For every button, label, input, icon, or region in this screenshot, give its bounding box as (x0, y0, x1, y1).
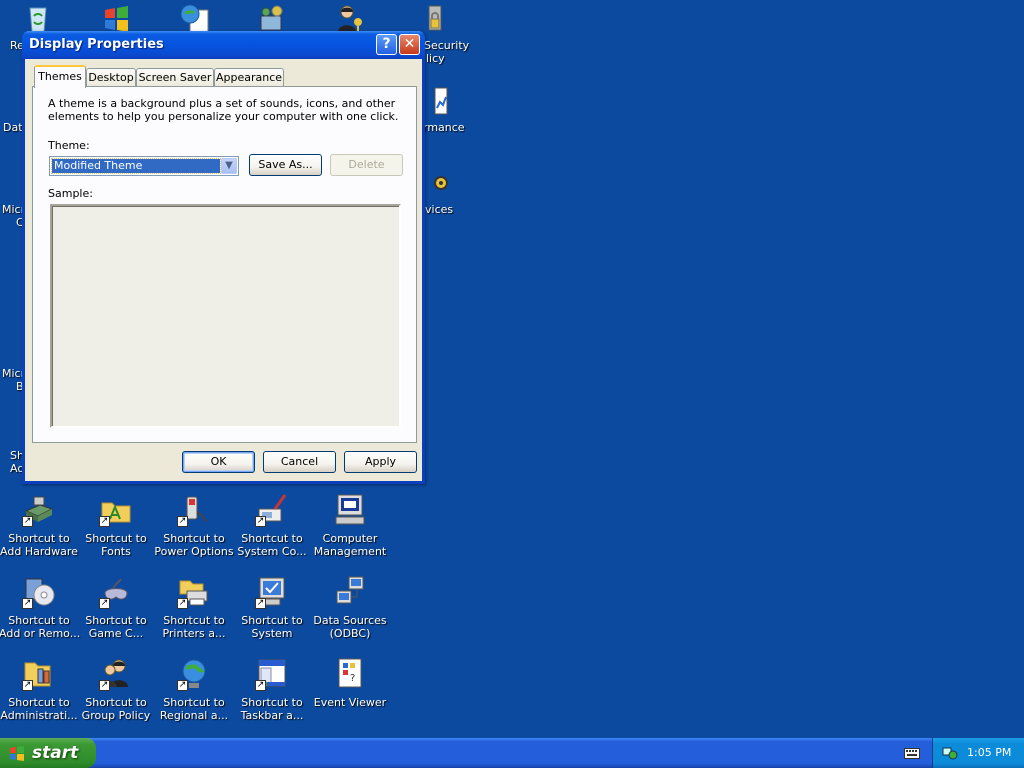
icon-label: Shortcut to System (241, 614, 303, 640)
services-label-partial: vices (425, 203, 454, 216)
icon-label: Event Viewer (313, 696, 387, 709)
start-label: start (32, 743, 79, 763)
icon-label: Shortcut to Add or Remo... (0, 614, 81, 640)
tab-screen-saver[interactable]: Screen Saver (136, 68, 214, 87)
data-label-partial: Dat (3, 121, 23, 134)
desktop-icon-group-policy[interactable]: ↗ Shortcut to Group Policy (76, 657, 156, 722)
save-as-button[interactable]: Save As... (249, 154, 322, 176)
computer-management-icon (333, 493, 367, 527)
display-properties-dialog: Display Properties ? ✕ Themes Desktop Sc… (22, 31, 425, 484)
cancel-button[interactable]: Cancel (263, 451, 336, 473)
desktop-icon-power-options[interactable]: ↗ Shortcut to Power Options (154, 493, 234, 558)
taskbar-start-menu-icon: ↗ (255, 657, 289, 691)
desktop-icon-data-sources[interactable]: Data Sources (ODBC) (310, 575, 390, 640)
regional-globe-icon: ↗ (177, 657, 211, 691)
icon-label: Shortcut to Printers a... (162, 614, 226, 640)
performance-label-partial: rmance (423, 121, 465, 134)
help-button[interactable]: ? (376, 34, 397, 55)
clock[interactable]: 1:05 PM (967, 746, 1011, 759)
event-viewer-icon: ? (333, 657, 367, 691)
sample-preview (50, 204, 401, 428)
add-remove-programs-icon: ↗ (22, 575, 56, 609)
icon-label: Shortcut to Fonts (85, 532, 147, 558)
desktop-icon-fonts[interactable]: ↗ Shortcut to Fonts (76, 493, 156, 558)
security-label-2: licy (426, 52, 445, 65)
icon-label: Shortcut to System Co... (237, 532, 307, 558)
network-tray-icon[interactable] (942, 745, 958, 761)
svg-text:?: ? (350, 673, 355, 684)
dialog-titlebar[interactable]: Display Properties ? ✕ (22, 31, 425, 59)
tab-desktop[interactable]: Desktop (86, 68, 136, 87)
desktop-icon-system[interactable]: ↗ Shortcut to System (232, 575, 312, 640)
icon-label: Shortcut to Game C... (85, 614, 147, 640)
icon-label: Computer Management (313, 532, 387, 558)
icon-label: Shortcut to Group Policy (81, 696, 151, 722)
printer-folder-icon: ↗ (177, 575, 211, 609)
desktop-icon-regional-language[interactable]: ↗ Shortcut to Regional a... (154, 657, 234, 722)
data-sources-icon (333, 575, 367, 609)
desktop-icon-add-hardware[interactable]: ↗ Shortcut to Add Hardware (0, 493, 79, 558)
system-check-icon: ↗ (255, 575, 289, 609)
delete-button[interactable]: Delete (330, 154, 403, 176)
desktop-icon-event-viewer[interactable]: ? Event Viewer (310, 657, 390, 709)
group-policy-icon: ↗ (99, 657, 133, 691)
dialog-title: Display Properties (29, 37, 164, 52)
icon-label: Shortcut to Add Hardware (0, 532, 78, 558)
chevron-down-icon[interactable]: ▼ (221, 158, 237, 174)
apply-button[interactable]: Apply (344, 451, 417, 473)
desktop-icon-administrative-tools[interactable]: ↗ Shortcut to Administrati... (0, 657, 79, 722)
desktop-icon-computer-management[interactable]: Computer Management (310, 493, 390, 558)
power-options-icon: ↗ (177, 493, 211, 527)
ok-button[interactable]: OK (182, 451, 255, 473)
start-button[interactable]: start (0, 738, 96, 768)
icon-label: Shortcut to Taskbar a... (240, 696, 304, 722)
theme-description: A theme is a background plus a set of so… (48, 97, 399, 123)
desktop-icon-system-configuration[interactable]: ↗ Shortcut to System Co... (232, 493, 312, 558)
keyboard-icon[interactable] (904, 746, 920, 760)
icon-label: Shortcut to Administrati... (0, 696, 78, 722)
icon-label: Shortcut to Regional a... (159, 696, 229, 722)
desktop-icon-taskbar-start-menu[interactable]: ↗ Shortcut to Taskbar a... (232, 657, 312, 722)
administrative-tools-icon: ↗ (22, 657, 56, 691)
system-config-icon: ↗ (255, 493, 289, 527)
desktop-icon-printers-faxes[interactable]: ↗ Shortcut to Printers a... (154, 575, 234, 640)
game-controller-icon: ↗ (99, 575, 133, 609)
security-label: Security (424, 39, 470, 52)
desktop-icon-add-remove-programs[interactable]: ↗ Shortcut to Add or Remo... (0, 575, 81, 640)
close-button[interactable]: ✕ (399, 34, 420, 55)
add-hardware-icon: ↗ (22, 493, 56, 527)
theme-dropdown[interactable]: Modified Theme ▼ (49, 156, 239, 176)
taskbar: start 1:05 PM (0, 738, 1024, 768)
themes-panel: A theme is a background plus a set of so… (32, 86, 417, 443)
theme-label: Theme: (48, 139, 90, 152)
fonts-folder-icon: ↗ (99, 493, 133, 527)
desktop-icon-game-controllers[interactable]: ↗ Shortcut to Game C... (76, 575, 156, 640)
system-tray: 1:05 PM (932, 738, 1024, 768)
tab-themes[interactable]: Themes (34, 65, 86, 88)
theme-dropdown-value: Modified Theme (51, 158, 221, 174)
sample-label: Sample: (48, 187, 93, 200)
icon-label: Data Sources (ODBC) (313, 614, 387, 640)
windows-flag-icon (10, 746, 24, 761)
tab-appearance[interactable]: Appearance (214, 68, 284, 87)
icon-label: Shortcut to Power Options (154, 532, 234, 558)
